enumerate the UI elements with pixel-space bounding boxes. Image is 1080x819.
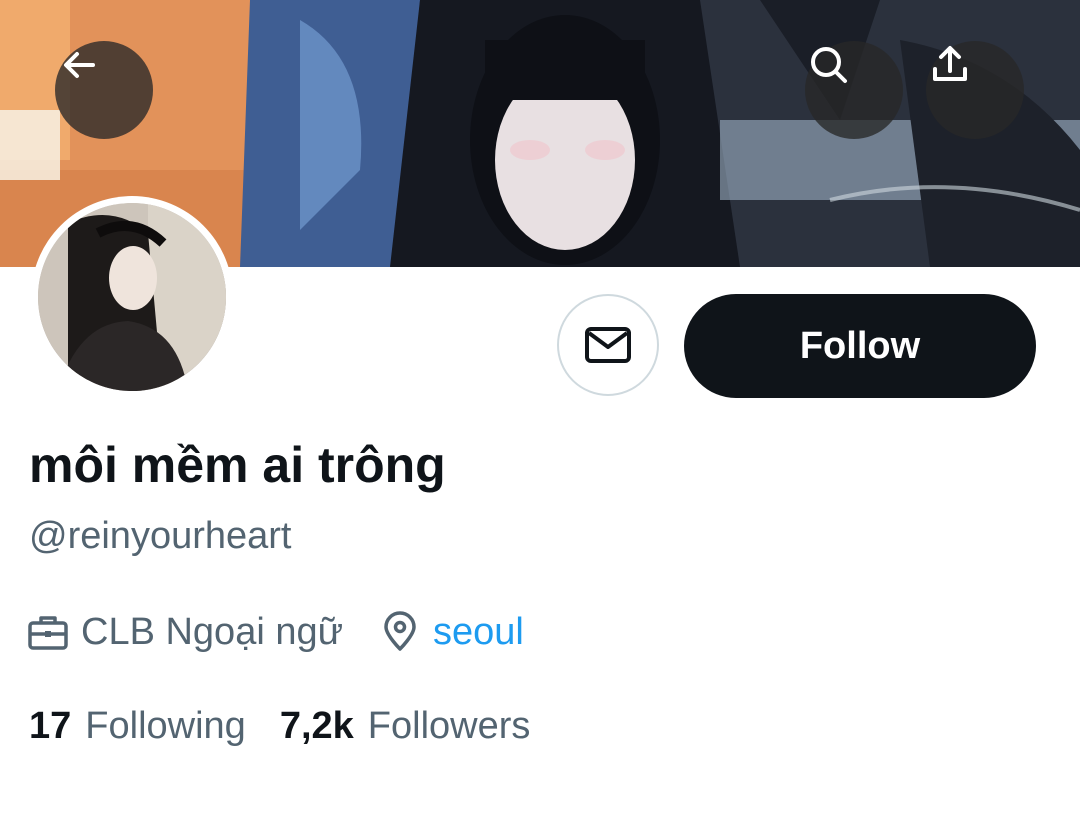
location-link[interactable]: seoul bbox=[433, 611, 524, 654]
following-count: 17 bbox=[29, 704, 72, 747]
avatar-image bbox=[38, 203, 226, 391]
username-handle: @reinyourheart bbox=[29, 515, 292, 557]
display-name: môi mềm ai trông bbox=[29, 437, 446, 493]
work-info: CLB Ngoại ngữ bbox=[27, 611, 343, 654]
profile-page: Follow môi mềm ai trông @reinyourheart C… bbox=[0, 0, 1080, 819]
following-label: Following bbox=[85, 704, 246, 747]
search-button[interactable] bbox=[805, 41, 903, 139]
share-icon bbox=[933, 46, 967, 81]
search-icon bbox=[811, 47, 847, 83]
share-button[interactable] bbox=[926, 41, 1024, 139]
back-button[interactable] bbox=[55, 41, 153, 139]
work-label: CLB Ngoại ngữ bbox=[81, 610, 344, 653]
following-link[interactable]: 17 Following bbox=[29, 705, 246, 748]
message-button[interactable] bbox=[557, 294, 659, 396]
arrow-left-icon bbox=[64, 52, 95, 78]
location-pin-icon bbox=[384, 611, 416, 651]
followers-label: Followers bbox=[367, 704, 531, 747]
follow-stats: 17 Following 7,2k Followers bbox=[29, 700, 530, 752]
followers-count: 7,2k bbox=[279, 704, 354, 747]
followers-link[interactable]: 7,2k Followers bbox=[280, 705, 531, 748]
follow-button[interactable]: Follow bbox=[684, 294, 1036, 398]
envelope-icon bbox=[585, 327, 631, 363]
avatar[interactable] bbox=[31, 196, 233, 398]
briefcase-icon bbox=[28, 616, 68, 650]
location-info: seoul bbox=[379, 611, 524, 654]
profile-meta: CLB Ngoại ngữ seoul bbox=[27, 606, 524, 658]
